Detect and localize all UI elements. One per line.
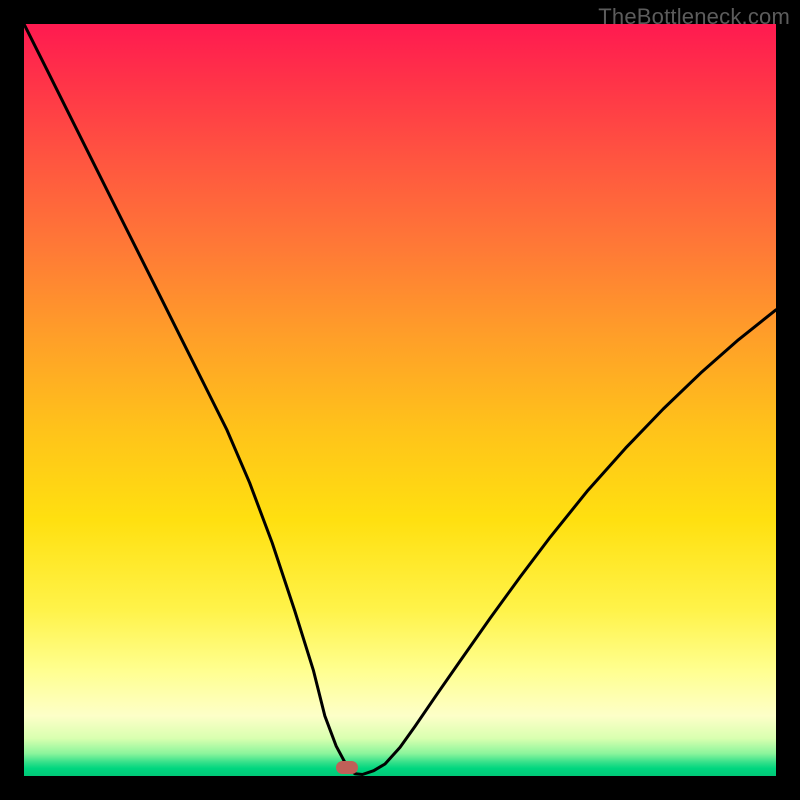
plot-area [24,24,776,776]
chart-frame: TheBottleneck.com [0,0,800,800]
bottleneck-curve [24,24,776,776]
optimal-point-marker [336,761,358,774]
watermark-text: TheBottleneck.com [598,4,790,30]
